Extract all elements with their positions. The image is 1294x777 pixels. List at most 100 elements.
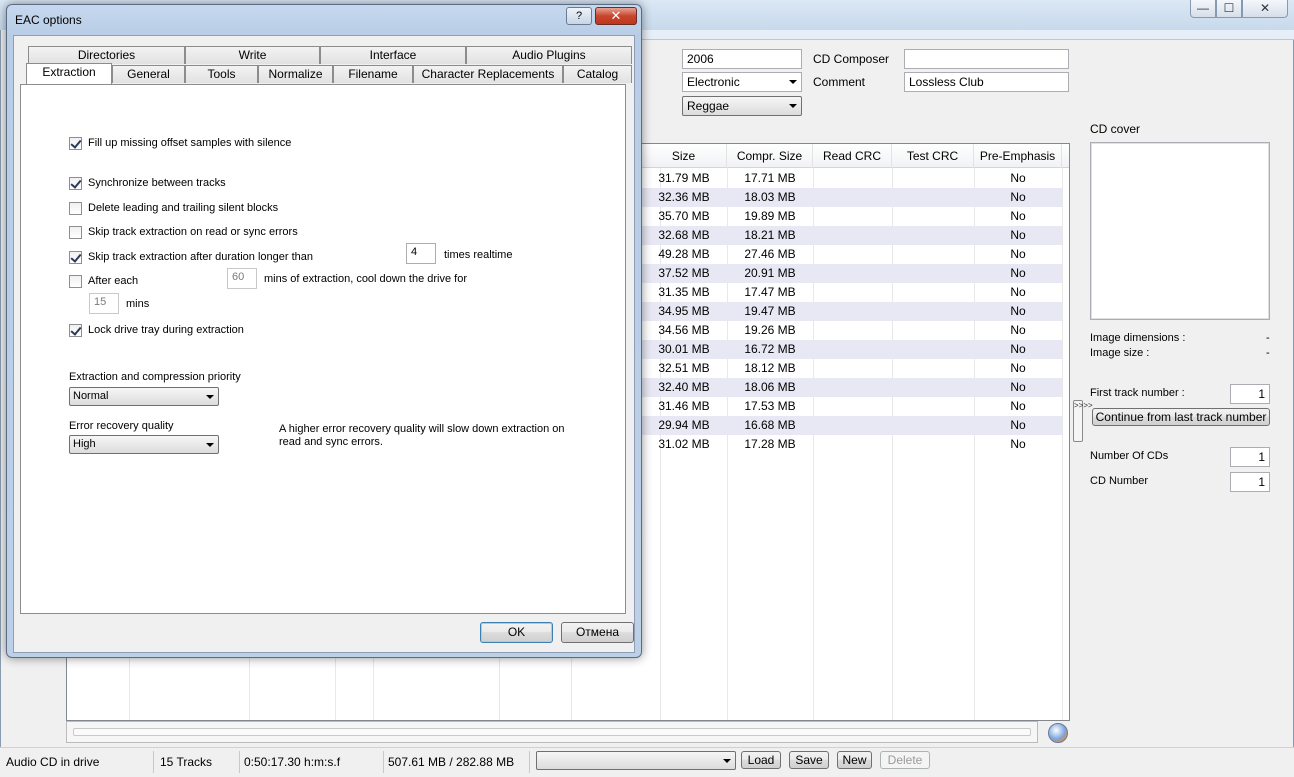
- horizontal-scrollbar[interactable]: [66, 721, 1038, 743]
- help-button[interactable]: ?: [566, 7, 592, 25]
- maximize-button[interactable]: ☐: [1216, 0, 1242, 18]
- cell-size: 35.70 MB: [658, 209, 710, 223]
- tab-catalog[interactable]: Catalog: [563, 65, 632, 83]
- sync-tracks-checkbox[interactable]: [69, 177, 82, 190]
- total-size: 507.61 MB / 282.88 MB: [384, 751, 530, 773]
- cell-compr-size: 16.72 MB: [744, 342, 796, 356]
- cool-down-minutes-field[interactable]: 15: [89, 293, 119, 314]
- image-size-value: -: [1266, 347, 1270, 359]
- cell-size: 49.28 MB: [658, 247, 710, 261]
- cancel-button[interactable]: Отмена: [561, 622, 634, 643]
- cell-size: 29.94 MB: [658, 418, 710, 432]
- cell-test-crc: [892, 264, 974, 283]
- cell-read-crc: [813, 435, 892, 454]
- close-icon: ✕: [1259, 1, 1271, 15]
- cd-cover-image[interactable]: [1090, 142, 1270, 320]
- total-duration: 0:50:17.30 h:m:s.f: [240, 751, 384, 773]
- skip-errors-checkbox[interactable]: [69, 226, 82, 239]
- cell-read-crc: [813, 245, 892, 264]
- tab-directories[interactable]: Directories: [28, 46, 185, 64]
- column-divider: [1062, 144, 1063, 720]
- cd-composer-field[interactable]: [904, 49, 1069, 69]
- profile-select[interactable]: [536, 751, 736, 770]
- genre-value: Electronic: [687, 75, 740, 89]
- freedb-genre-select[interactable]: Reggae: [682, 96, 802, 116]
- error-recovery-select[interactable]: High: [69, 435, 219, 454]
- column-header-compr-size[interactable]: Compr. Size: [727, 144, 813, 168]
- tab-character-replacements[interactable]: Character Replacements: [413, 65, 563, 83]
- cell-test-crc: [892, 340, 974, 359]
- cell-compr-size: 17.28 MB: [744, 437, 796, 451]
- fill-offset-checkbox[interactable]: [69, 137, 82, 150]
- delete-silent-checkbox[interactable]: [69, 202, 82, 215]
- cd-number-field[interactable]: 1: [1230, 472, 1270, 492]
- ok-button[interactable]: OK: [480, 622, 553, 643]
- genre-select[interactable]: Electronic: [682, 72, 802, 92]
- cell-compr-size: 16.68 MB: [744, 418, 796, 432]
- cell-size: 31.46 MB: [658, 399, 710, 413]
- load-profile-button[interactable]: Load: [741, 751, 781, 769]
- scrollbar-thumb[interactable]: [73, 728, 1031, 736]
- cell-test-crc: [892, 378, 974, 397]
- cell-read-crc: [813, 188, 892, 207]
- new-profile-button[interactable]: New: [837, 751, 872, 769]
- cell-test-crc: [892, 169, 974, 188]
- tab-write[interactable]: Write: [185, 46, 320, 64]
- tab-tools[interactable]: Tools: [185, 65, 258, 83]
- tab-normalize[interactable]: Normalize: [258, 65, 333, 83]
- comment-field[interactable]: Lossless Club: [904, 72, 1069, 92]
- cell-compr-size: 20.91 MB: [744, 266, 796, 280]
- after-each-label: After each: [88, 275, 139, 287]
- cell-test-crc: [892, 207, 974, 226]
- skip-errors-label: Skip track extraction on read or sync er…: [88, 226, 298, 238]
- year-field[interactable]: 2006: [682, 49, 802, 69]
- error-recovery-note: A higher error recovery quality will slo…: [279, 423, 565, 448]
- continue-track-number-button[interactable]: Continue from last track number: [1092, 408, 1270, 426]
- panel-toggle-button[interactable]: >>>>: [1073, 400, 1093, 442]
- cool-down-checkbox[interactable]: [69, 275, 82, 288]
- dialog-title: EAC options: [15, 13, 82, 27]
- cell-read-crc: [813, 264, 892, 283]
- priority-select[interactable]: Normal: [69, 387, 219, 406]
- maximize-icon: ☐: [1223, 1, 1235, 15]
- chevron-down-icon: [789, 104, 797, 108]
- column-header-pre-emphasis[interactable]: Pre-Emphasis: [974, 144, 1062, 168]
- priority-label: Extraction and compression priority: [69, 371, 241, 383]
- cell-test-crc: [892, 359, 974, 378]
- cell-pre-emphasis: No: [1010, 247, 1026, 261]
- tab-audio-plugins[interactable]: Audio Plugins: [466, 46, 632, 64]
- delete-silent-label: Delete leading and trailing silent block…: [88, 202, 279, 214]
- minimize-button[interactable]: —: [1190, 0, 1216, 18]
- close-button[interactable]: ✕: [1242, 0, 1288, 18]
- cell-test-crc: [892, 188, 974, 207]
- column-header-read-crc[interactable]: Read CRC: [813, 144, 892, 168]
- extraction-minutes-field[interactable]: 60: [227, 268, 257, 289]
- dialog-close-button[interactable]: ✕: [595, 7, 637, 25]
- cell-pre-emphasis: No: [1010, 380, 1026, 394]
- cell-test-crc: [892, 397, 974, 416]
- realtime-multiplier-field[interactable]: 4: [406, 243, 436, 264]
- tab-extraction[interactable]: Extraction: [26, 63, 112, 84]
- column-header-test-crc[interactable]: Test CRC: [892, 144, 974, 168]
- column-header-size[interactable]: Size: [641, 144, 727, 168]
- save-profile-button[interactable]: Save: [789, 751, 829, 769]
- delete-profile-button[interactable]: Delete: [880, 751, 930, 769]
- first-track-field[interactable]: 1: [1230, 384, 1270, 404]
- lock-tray-checkbox[interactable]: [69, 324, 82, 337]
- cool-down-middle-label: mins of extraction, cool down the drive …: [264, 273, 467, 285]
- cell-test-crc: [892, 416, 974, 435]
- tab-general[interactable]: General: [112, 65, 185, 83]
- skip-duration-checkbox[interactable]: [69, 251, 82, 264]
- image-dimensions-value: -: [1266, 332, 1270, 344]
- tab-filename[interactable]: Filename: [333, 65, 413, 83]
- skip-duration-label: Skip track extraction after duration lon…: [88, 251, 314, 263]
- close-icon: ✕: [610, 8, 622, 23]
- number-of-cds-field[interactable]: 1: [1230, 447, 1270, 467]
- cell-compr-size: 18.06 MB: [744, 380, 796, 394]
- help-icon: ?: [575, 10, 583, 22]
- cell-size: 37.52 MB: [658, 266, 710, 280]
- cell-read-crc: [813, 359, 892, 378]
- cell-pre-emphasis: No: [1010, 209, 1026, 223]
- tab-interface[interactable]: Interface: [320, 46, 466, 64]
- cd-disc-icon[interactable]: [1048, 723, 1068, 743]
